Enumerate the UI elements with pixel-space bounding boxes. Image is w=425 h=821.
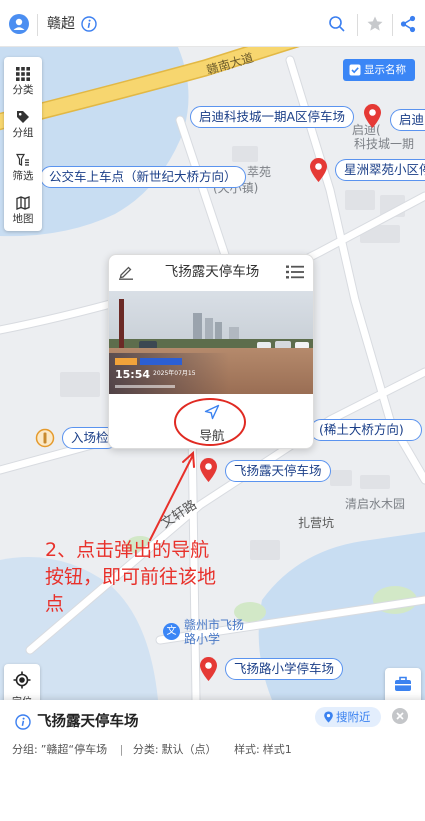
- place-label-qidi-sub: 科技城一期: [354, 137, 415, 151]
- side-item-map[interactable]: 地图: [4, 188, 42, 231]
- close-icon[interactable]: [392, 708, 408, 724]
- popup-title: 飞扬露天停车场: [164, 264, 260, 280]
- topbar-divider: [37, 14, 38, 36]
- poi-label[interactable]: 启迪科技城一期A区停车场: [190, 106, 355, 128]
- star-icon[interactable]: [366, 15, 384, 33]
- search-icon[interactable]: [328, 15, 346, 33]
- meta-separator: |: [119, 743, 124, 756]
- poi-label[interactable]: 飞扬露天停车场: [225, 460, 331, 482]
- category-label: 分类:: [132, 743, 159, 756]
- location-pin-icon: [324, 711, 333, 723]
- side-item-category[interactable]: 分类: [4, 59, 42, 102]
- group-value: ”赣超“停车场: [40, 743, 108, 756]
- map-icon: [16, 196, 30, 210]
- topbar-divider: [357, 14, 358, 36]
- side-item-label: 地图: [12, 213, 34, 225]
- photo-pole: [119, 299, 124, 349]
- school-icon[interactable]: 文: [163, 623, 180, 640]
- building: [60, 372, 100, 397]
- group-label: 分组:: [12, 743, 38, 756]
- poi-photo[interactable]: 15:54 2025年07月15: [109, 291, 313, 394]
- building: [250, 540, 280, 560]
- pin-shape: [364, 104, 381, 128]
- side-item-group[interactable]: 分组: [4, 102, 42, 145]
- place-label-school-sub: 路小学: [184, 632, 221, 646]
- style-value: 样式1: [262, 743, 292, 756]
- watermark-bar: [140, 358, 182, 365]
- locate-target-icon: [13, 671, 31, 689]
- map-pin-icon[interactable]: [310, 158, 327, 182]
- place-label-school: 赣州市飞扬: [184, 618, 245, 632]
- entry-check-icon[interactable]: [35, 428, 55, 448]
- topbar-divider: [392, 14, 393, 36]
- photo-date: 2025年07月15: [153, 370, 196, 377]
- show-names-toggle[interactable]: 显示名称: [343, 59, 415, 81]
- category-value: 默认（点）: [161, 743, 217, 756]
- share-icon[interactable]: [399, 15, 417, 33]
- grid-icon: [16, 67, 30, 81]
- show-names-label: 显示名称: [364, 64, 406, 76]
- poi-detail-panel: 飞扬露天停车场 搜附近 分组: ”赣超“停车场 | 分类: 默认（点） 样式: 样式1: [0, 700, 425, 821]
- filter-icon: [16, 153, 29, 166]
- search-nearby-label: 搜附近: [336, 710, 371, 724]
- map-pin-icon[interactable]: [200, 657, 217, 681]
- place-label-qingqi: 清启水木园: [345, 497, 406, 511]
- side-item-label: 筛选: [12, 170, 34, 182]
- pin-dot: [205, 662, 212, 669]
- app-screen: 赣南大道 文轩路 启迪( 科技城一期 萃苑 (天小镇) 清启水木园 扎营坑 文 …: [0, 0, 425, 821]
- place-label-zhaying: 扎营坑: [298, 516, 335, 530]
- pin-shape: [200, 458, 217, 482]
- map-title: 赣超: [47, 16, 75, 32]
- pin-dot: [205, 463, 212, 470]
- map-pin-icon[interactable]: [200, 458, 217, 482]
- poi-label[interactable]: 启迪: [390, 109, 425, 131]
- checkbox-checked-icon: [349, 64, 361, 76]
- watermark-line: [115, 385, 175, 388]
- side-item-label: 分类: [12, 84, 34, 96]
- pin-shape: [200, 657, 217, 681]
- list-icon[interactable]: [286, 265, 304, 279]
- poi-label[interactable]: 星洲翠苑小区停: [335, 159, 425, 181]
- map-pin-icon[interactable]: [364, 104, 381, 128]
- annotation-text: 按钮，即可前往该地: [45, 566, 217, 588]
- pin-dot: [315, 163, 322, 170]
- building: [345, 190, 375, 210]
- info-icon[interactable]: [81, 16, 97, 32]
- poi-label[interactable]: 飞扬路小学停车场: [225, 658, 344, 680]
- place-label-cuiyuan: 萃苑: [247, 165, 272, 179]
- building: [330, 470, 352, 486]
- annotation-text: 2、点击弹出的导航: [45, 539, 210, 561]
- poi-label[interactable]: (稀土大桥方向): [310, 419, 422, 441]
- detail-title: 飞扬露天停车场: [37, 714, 139, 730]
- side-item-filter[interactable]: 筛选: [4, 145, 42, 188]
- building: [232, 146, 258, 162]
- detail-meta: 分组: ”赣超“停车场 | 分类: 默认（点） 样式: 样式1: [12, 742, 295, 758]
- briefcase-icon: [395, 676, 411, 691]
- side-item-label: 分组: [12, 127, 34, 139]
- style-label: 样式:: [234, 743, 260, 756]
- top-bar: 赣超: [0, 0, 425, 47]
- annotation-text: 点: [45, 593, 65, 615]
- photo-time: 15:54: [115, 368, 151, 381]
- pin-dot: [369, 109, 376, 116]
- annotation-highlight-circle: [174, 398, 246, 446]
- watermark-badge: [115, 358, 137, 365]
- poi-label[interactable]: 公交车上车点（新世纪大桥方向）: [40, 166, 246, 188]
- search-nearby-button[interactable]: 搜附近: [315, 707, 381, 727]
- tag-icon: [17, 111, 29, 123]
- building: [360, 475, 390, 489]
- icon-bar: [43, 432, 47, 444]
- info-icon: [15, 714, 31, 730]
- map-side-toolbar: 分类 分组 筛选 地图: [4, 57, 42, 231]
- user-icon[interactable]: [9, 14, 29, 34]
- pencil-icon[interactable]: [118, 264, 134, 280]
- pin-shape: [310, 158, 327, 182]
